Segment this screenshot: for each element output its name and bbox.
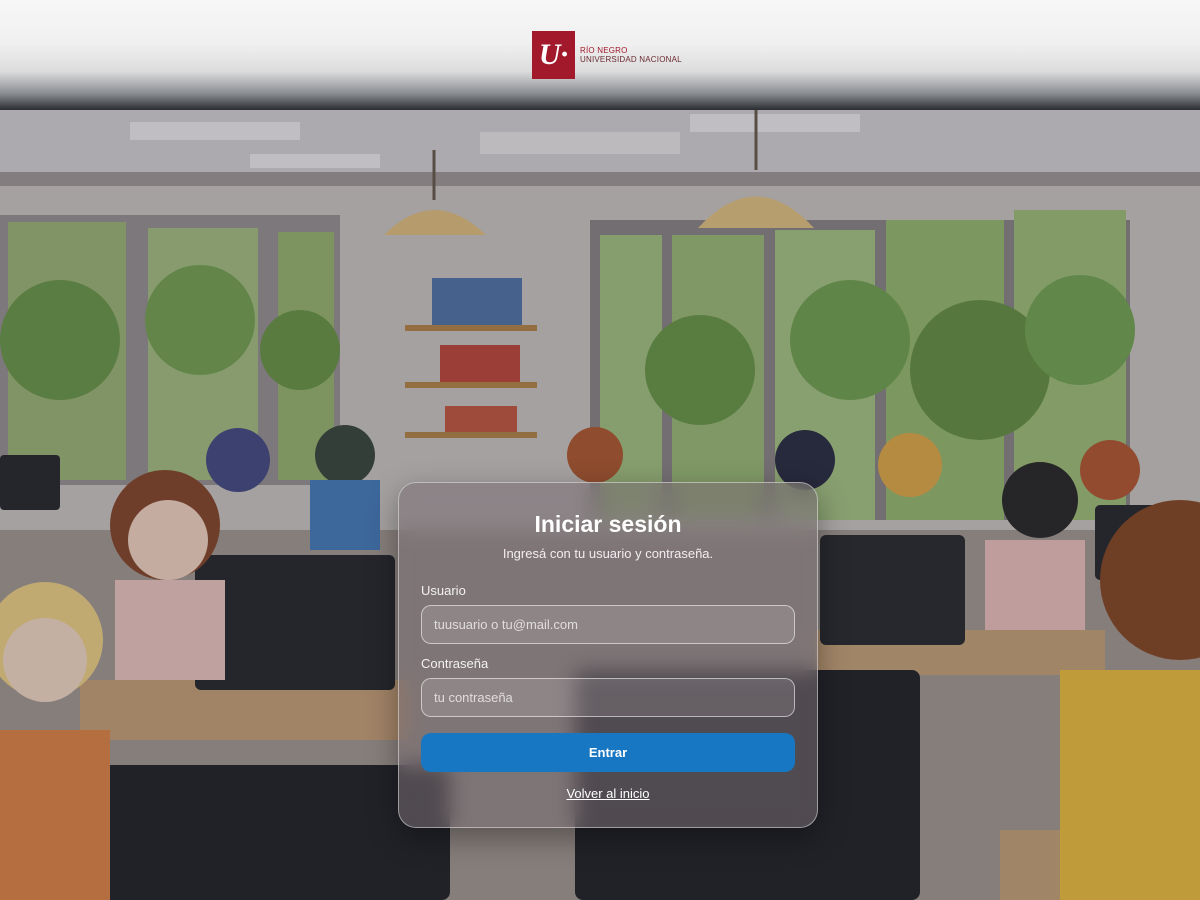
back-link-container: Volver al inicio <box>399 786 817 801</box>
university-logo[interactable]: U· RÍO NEGRO UNIVERSIDAD NACIONAL <box>532 31 682 79</box>
logo-line-2: UNIVERSIDAD NACIONAL <box>580 55 682 64</box>
logo-text: RÍO NEGRO UNIVERSIDAD NACIONAL <box>580 46 682 64</box>
logo-mark-icon: U· <box>532 31 575 79</box>
password-label: Contraseña <box>421 656 489 671</box>
site-header: U· RÍO NEGRO UNIVERSIDAD NACIONAL <box>0 0 1200 110</box>
username-input[interactable] <box>421 605 795 644</box>
username-label: Usuario <box>421 583 466 598</box>
login-subtitle: Ingresá con tu usuario y contraseña. <box>502 546 714 561</box>
submit-button[interactable]: Entrar <box>421 733 795 772</box>
login-card: Iniciar sesión Ingresá con tu usuario y … <box>398 482 818 828</box>
logo-line-1: RÍO NEGRO <box>580 46 628 55</box>
login-title: Iniciar sesión <box>534 511 682 537</box>
password-input[interactable] <box>421 678 795 717</box>
back-home-link[interactable]: Volver al inicio <box>566 786 649 801</box>
